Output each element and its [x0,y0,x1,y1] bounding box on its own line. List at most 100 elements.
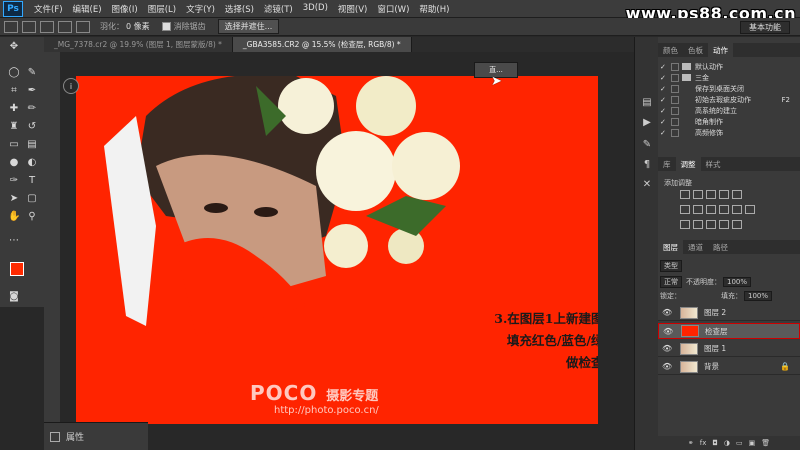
action-item[interactable]: ✓ 默认动作 [658,61,800,72]
action-item[interactable]: ✓ 三金 [658,72,800,83]
zoom-tool-icon[interactable]: ⚲ [26,211,38,223]
action-check-icon[interactable]: ✓ [660,129,668,137]
menu-item[interactable]: 3D(D) [298,3,333,15]
action-item[interactable]: ✓ 高频修饰 [658,127,800,138]
action-dialog-toggle[interactable] [671,62,679,71]
levels-icon[interactable] [693,190,703,199]
document-canvas[interactable]: 3.在图层1上新建图层 填充红色/蓝色/绿色 做检查层 POCO 摄影专题 ht… [76,76,598,424]
hand-tool-icon[interactable]: ✋ [8,211,20,223]
action-check-icon[interactable]: ✓ [660,118,668,126]
adjustments-panel-tab[interactable]: 样式 [701,157,726,171]
menu-item[interactable]: 选择(S) [220,3,259,15]
threshold-icon[interactable] [706,220,716,229]
visibility-eye-icon[interactable]: 👁 [663,327,673,336]
menu-item[interactable]: 文字(Y) [181,3,220,15]
dodge-tool-icon[interactable]: ◐ [26,157,38,169]
actions-panel-tab[interactable]: 动作 [708,43,733,57]
brush-tool-icon[interactable]: ✏ [26,103,38,115]
menu-item[interactable]: 窗口(W) [372,3,414,15]
add-selection-icon[interactable] [40,20,54,33]
invert-icon[interactable] [680,220,690,229]
actions-panel-tab[interactable]: 颜色 [658,43,683,57]
document-tab[interactable]: _MG_7378.cr2 @ 19.9% (图层 1, 图层蒙版/8) * [44,37,233,52]
menu-item[interactable]: 编辑(E) [68,3,107,15]
menu-item[interactable]: 图像(I) [107,3,143,15]
workspace-select[interactable]: 基本功能 [740,21,790,34]
black-white-icon[interactable] [706,205,716,214]
move-tool-icon[interactable]: ✥ [8,41,20,53]
exposure-icon[interactable] [719,190,729,199]
adjustments-panel-tab[interactable]: 调整 [675,157,701,171]
select-and-mask-button[interactable]: 选择并遮住... [217,19,280,34]
layer-filter-select[interactable]: 类型 [660,260,682,272]
layer-row[interactable]: 👁 背景 🔒 [658,359,800,375]
adjustments-panel-tab[interactable]: 库 [658,157,676,171]
action-check-icon[interactable]: ✓ [660,74,668,82]
menu-item[interactable]: 视图(V) [333,3,372,15]
character-panel-icon[interactable]: ¶ [639,159,655,173]
fill-value[interactable]: 100% [744,291,773,301]
path-select-tool-icon[interactable]: ➤ [8,193,20,205]
lasso-tool-preset-icon[interactable] [4,20,18,33]
fx-icon[interactable]: fx [700,439,707,447]
visibility-eye-icon[interactable]: 👁 [662,308,672,317]
action-check-icon[interactable]: ✓ [660,96,668,104]
rectangle-tool-icon[interactable]: ▢ [26,193,38,205]
group-icon[interactable]: ▭ [736,439,743,447]
layer-row[interactable]: 👁 检查层 [658,323,800,339]
history-panel-icon[interactable]: ▤ [639,97,655,111]
curves-icon[interactable] [706,190,716,199]
lasso-tool-icon[interactable]: ◯ [8,67,20,79]
crop-tool-icon[interactable]: ⌗ [8,85,20,97]
clone-stamp-tool-icon[interactable]: ♜ [8,121,20,133]
gradient-map-icon[interactable] [719,220,729,229]
new-layer-icon[interactable]: ▣ [749,439,756,447]
action-dialog-toggle[interactable] [671,106,679,115]
adjustment-layer-icon[interactable]: ◑ [724,439,730,447]
delete-layer-icon[interactable]: 🗑 [761,439,770,447]
photo-filter-icon[interactable] [719,205,729,214]
channel-mixer-icon[interactable] [732,205,742,214]
action-check-icon[interactable]: ✓ [660,107,668,115]
action-item[interactable]: ✓ 高系统的建立 [658,105,800,116]
new-selection-icon[interactable] [22,20,36,33]
healing-brush-tool-icon[interactable]: ✚ [8,103,20,115]
document-tab[interactable]: _GBA3585.CR2 @ 15.5% (检查层, RGB/8) * [232,37,412,52]
properties-panel[interactable]: 属性 [44,422,148,450]
visibility-eye-icon[interactable]: 👁 [662,362,672,371]
feather-value[interactable]: 0 像素 [126,21,150,32]
gradient-tool-icon[interactable]: ▤ [26,139,38,151]
action-item[interactable]: ✓ 初始去瑕疵皮动作 F2 [658,94,800,105]
type-tool-icon[interactable]: T [26,175,38,187]
action-item[interactable]: ✓ 暗角制作 [658,116,800,127]
action-check-icon[interactable]: ✓ [660,85,668,93]
eyedropper-tool-icon[interactable]: ✒ [26,85,38,97]
vibrance-icon[interactable] [732,190,742,199]
antialias-checkbox[interactable] [161,22,171,31]
actions-panel-tab[interactable]: 色板 [683,43,708,57]
info-icon[interactable]: i [63,78,79,94]
blur-tool-icon[interactable]: ● [8,157,20,169]
actions-panel-icon[interactable]: ▶ [639,117,655,131]
foreground-color-swatch[interactable] [10,262,24,276]
menu-item[interactable]: 图层(L) [143,3,181,15]
action-item[interactable]: ✓ 保存到桌面关闭 [658,83,800,94]
menu-item[interactable]: 文件(F) [29,3,68,15]
quick-select-tool-icon[interactable]: ✎ [26,67,38,79]
opacity-value[interactable]: 100% [723,277,752,287]
action-check-icon[interactable]: ✓ [660,63,668,71]
action-dialog-toggle[interactable] [671,128,679,137]
hue-sat-icon[interactable] [680,205,690,214]
action-dialog-toggle[interactable] [671,73,679,82]
add-mask-icon[interactable]: ◘ [712,439,718,447]
posterize-icon[interactable] [693,220,703,229]
eraser-tool-icon[interactable]: ▭ [8,139,20,151]
blend-mode-select[interactable]: 正常 [660,276,682,288]
tools-panel-icon[interactable]: ✕ [639,179,655,193]
color-lookup-icon[interactable] [745,205,755,214]
layer-row[interactable]: 👁 图层 2 [658,305,800,321]
menu-item[interactable]: 滤镜(T) [259,3,298,15]
brightness-icon[interactable] [680,190,690,199]
action-dialog-toggle[interactable] [671,117,679,126]
link-layers-icon[interactable]: ⚭ [688,439,694,447]
